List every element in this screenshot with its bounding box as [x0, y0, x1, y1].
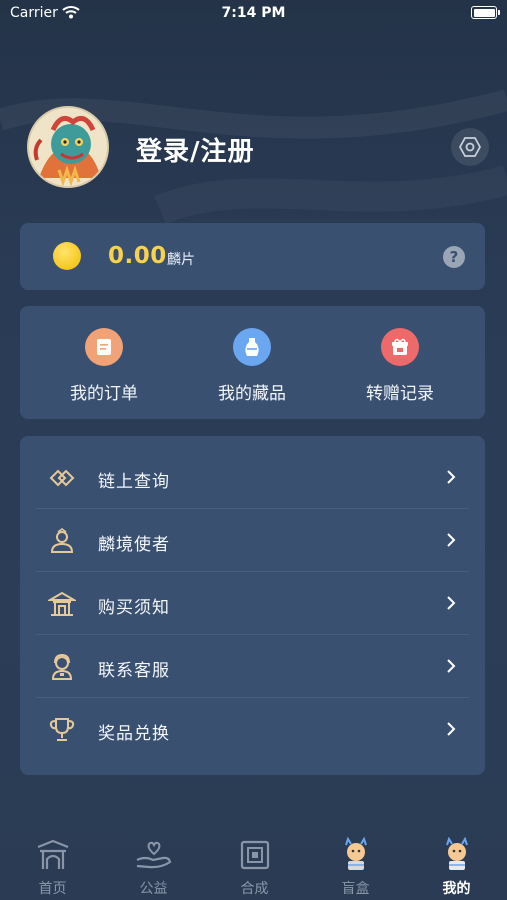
my-orders-button[interactable]: 我的订单: [44, 328, 164, 404]
my-collection-label: 我的藏品: [218, 384, 286, 404]
pavilion-icon: [48, 591, 76, 616]
ambassador-icon: [50, 528, 74, 553]
menu-label-customer-service: 联系客服: [98, 661, 170, 681]
home-gate-icon: [34, 836, 72, 874]
vase-icon: [233, 328, 271, 366]
tab-bar: 首页 公益 合成 盲盒 我的: [0, 830, 507, 900]
customer-service-icon: [51, 653, 73, 680]
menu-label-ambassador: 麟境使者: [98, 535, 170, 555]
balance-card: 0.00 麟片 ?: [20, 223, 485, 290]
settings-button[interactable]: [451, 128, 489, 166]
tab-profile[interactable]: 我的: [406, 830, 507, 898]
tab-synthesis[interactable]: 合成: [204, 830, 305, 898]
trophy-icon: [49, 718, 75, 741]
tab-home[interactable]: 首页: [2, 830, 103, 898]
avatar[interactable]: [27, 106, 109, 188]
menu-label-chain-query: 链上查询: [98, 472, 170, 492]
gear-icon: [459, 137, 481, 157]
gift-records-button[interactable]: 转赠记录: [340, 328, 460, 404]
my-orders-label: 我的订单: [70, 384, 138, 404]
gift-records-label: 转赠记录: [366, 384, 434, 404]
chevron-right-icon: [447, 470, 456, 484]
tab-charity[interactable]: 公益: [103, 830, 204, 898]
menu-item-chain-query[interactable]: 链上查询: [36, 446, 469, 509]
chevron-right-icon: [447, 722, 456, 736]
order-icon: [85, 328, 123, 366]
menu-item-customer-service[interactable]: 联系客服: [36, 635, 469, 698]
tab-label-charity: 公益: [139, 881, 168, 897]
tab-label-blind-box: 盲盒: [341, 881, 370, 897]
chevron-right-icon: [447, 596, 456, 610]
login-register-link[interactable]: 登录/注册: [136, 131, 255, 168]
balance-unit: 麟片: [167, 252, 195, 268]
battery-icon: [471, 6, 500, 19]
menu-label-purchase-notice: 购买须知: [98, 598, 170, 618]
tab-label-synthesis: 合成: [240, 881, 269, 897]
quick-actions-card: 我的订单 我的藏品 转赠记录: [20, 306, 485, 419]
tab-label-profile: 我的: [442, 881, 471, 897]
blind-box-mascot-icon: [337, 836, 375, 874]
chain-link-icon: [49, 469, 75, 487]
coin-icon: [53, 242, 81, 270]
tab-label-home: 首页: [38, 881, 67, 897]
chevron-right-icon: [447, 533, 456, 547]
menu-item-purchase-notice[interactable]: 购买须知: [36, 572, 469, 635]
chevron-right-icon: [447, 659, 456, 673]
synthesis-icon: [236, 836, 274, 874]
tab-blind-box[interactable]: 盲盒: [305, 830, 406, 898]
menu-card: 链上查询 麟境使者 购买须知 联系客服 奖品兑换: [20, 436, 485, 775]
charity-hand-icon: [135, 836, 173, 874]
balance-amount: 0.00: [108, 243, 167, 269]
gift-icon: [381, 328, 419, 366]
help-icon[interactable]: ?: [443, 246, 465, 268]
qilin-avatar-icon: [29, 108, 107, 186]
profile-mascot-icon: [438, 836, 476, 874]
clock: 7:14 PM: [221, 5, 286, 21]
my-collection-button[interactable]: 我的藏品: [192, 328, 312, 404]
menu-label-prize-exchange: 奖品兑换: [98, 724, 170, 744]
status-bar: Carrier 7:14 PM: [0, 0, 507, 28]
menu-item-prize-exchange[interactable]: 奖品兑换: [36, 698, 469, 761]
menu-item-ambassador[interactable]: 麟境使者: [36, 509, 469, 572]
